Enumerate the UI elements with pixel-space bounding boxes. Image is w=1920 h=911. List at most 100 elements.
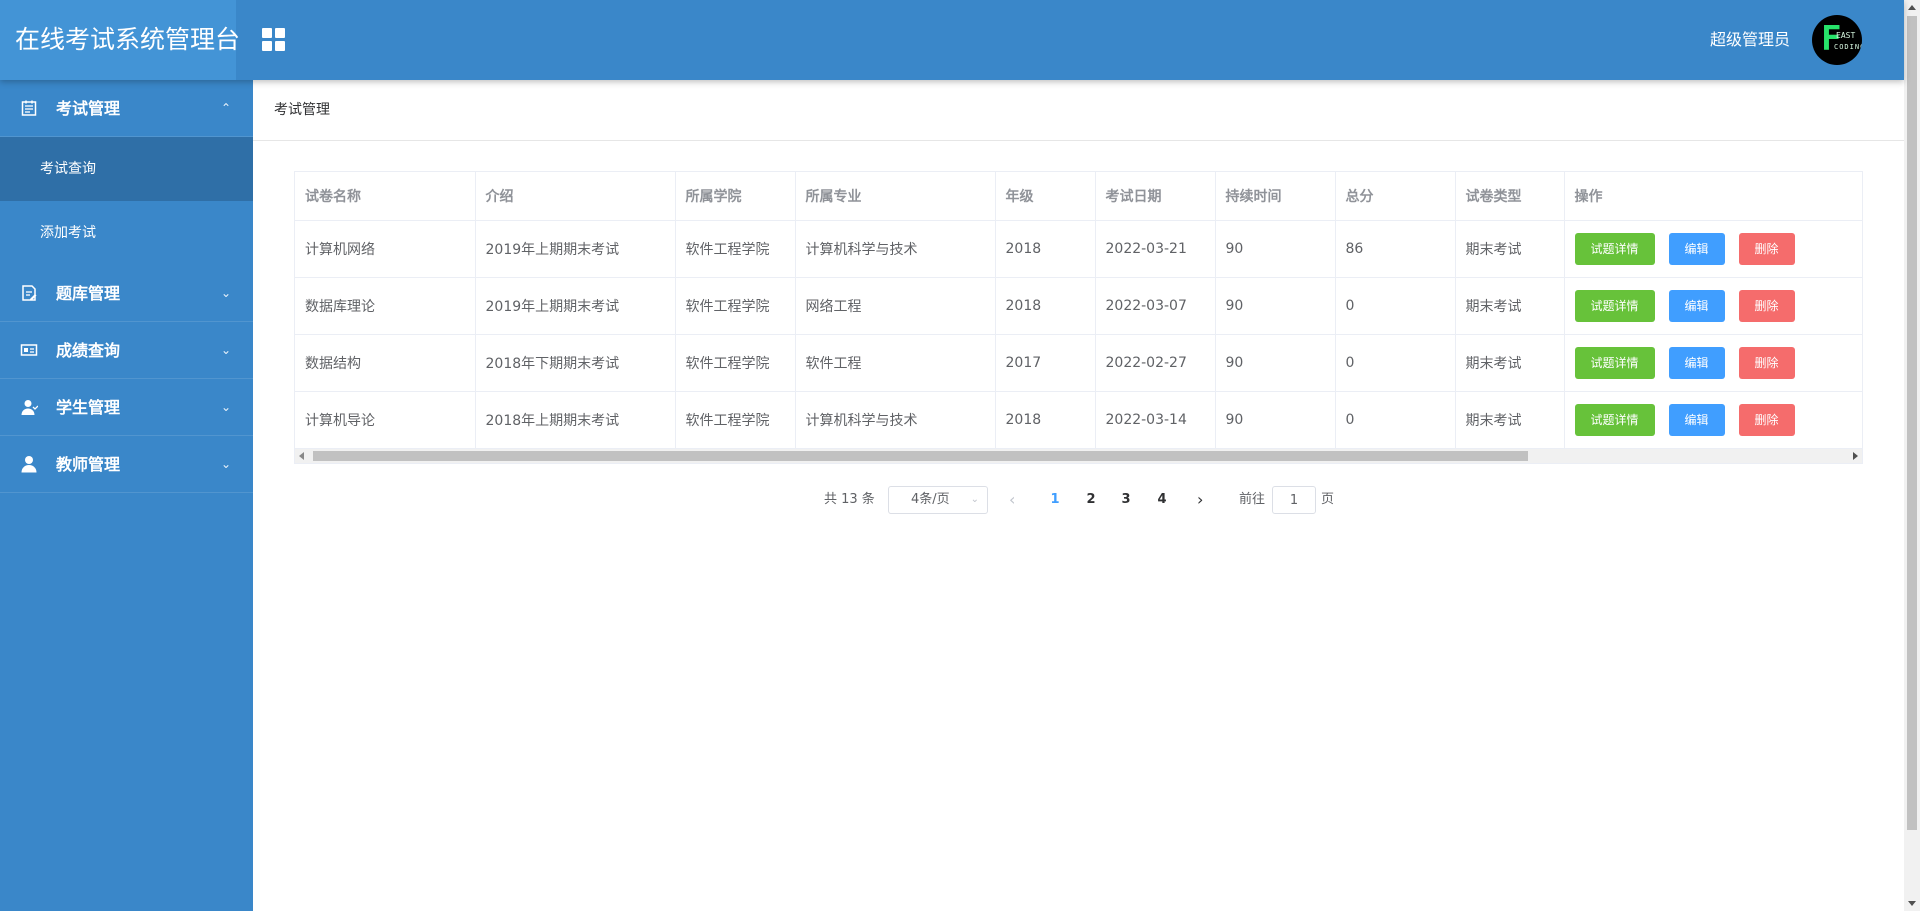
cell-name: 数据库理论 <box>295 277 476 335</box>
cell-total-score: 0 <box>1335 277 1456 335</box>
cell-total-score: 0 <box>1335 334 1456 392</box>
menu-exam-management[interactable]: 考试管理 ⌃ <box>0 80 253 137</box>
cell-name: 数据结构 <box>295 334 476 392</box>
edit-button[interactable]: 编辑 <box>1668 346 1725 379</box>
page-size-select[interactable]: 4条/页 ⌄ <box>888 486 988 514</box>
cell-major: 计算机科学与技术 <box>795 220 996 278</box>
chevron-down-icon: ⌄ <box>220 400 231 414</box>
goto-page-input[interactable] <box>1272 486 1316 514</box>
avatar-text-east: EAST <box>1836 31 1856 40</box>
cell-major: 计算机科学与技术 <box>795 391 996 449</box>
edit-doc-icon <box>22 285 37 301</box>
edit-button[interactable]: 编辑 <box>1668 232 1725 265</box>
page-number[interactable]: 3 <box>1116 486 1136 514</box>
table-horizontal-scrollbar[interactable] <box>295 449 1862 463</box>
col-header-grade: 年级 <box>995 172 1096 221</box>
cell-grade: 2018 <box>995 220 1096 278</box>
cell-college: 软件工程学院 <box>675 277 796 335</box>
cell-actions: 试题详情 编辑 删除 <box>1564 220 1862 278</box>
cell-name: 计算机网络 <box>295 220 476 278</box>
id-card-icon <box>20 344 38 356</box>
scroll-up-icon[interactable] <box>1908 5 1916 10</box>
submenu-exam-query[interactable]: 考试查询 <box>0 137 253 201</box>
chevron-down-icon: ⌄ <box>220 343 231 357</box>
cell-duration: 90 <box>1215 391 1336 449</box>
col-header-actions: 操作 <box>1564 172 1862 221</box>
cell-grade: 2018 <box>995 391 1096 449</box>
col-header-name: 试卷名称 <box>295 172 476 221</box>
edit-button[interactable]: 编辑 <box>1668 403 1725 436</box>
edit-button[interactable]: 编辑 <box>1668 289 1725 322</box>
table-row: 计算机网络 2019年上期期末考试 软件工程学院 计算机科学与技术 2018 2… <box>295 220 1862 278</box>
cell-major: 软件工程 <box>795 334 996 392</box>
col-header-intro: 介绍 <box>475 172 676 221</box>
detail-button[interactable]: 试题详情 <box>1574 232 1655 265</box>
next-page-icon[interactable]: › <box>1197 486 1203 514</box>
menu-student-management[interactable]: 学生管理 ⌄ <box>0 379 253 436</box>
scroll-down-icon[interactable] <box>1908 901 1916 906</box>
detail-button[interactable]: 试题详情 <box>1574 289 1655 322</box>
table-row: 数据结构 2018年下期期末考试 软件工程学院 软件工程 2017 2022-0… <box>295 334 1862 392</box>
user-name[interactable]: 超级管理员 <box>1710 0 1790 80</box>
cell-duration: 90 <box>1215 334 1336 392</box>
submenu-add-exam[interactable]: 添加考试 <box>0 201 253 265</box>
cell-grade: 2018 <box>995 277 1096 335</box>
scroll-right-icon[interactable] <box>1853 452 1858 460</box>
page-vertical-scrollbar[interactable] <box>1904 0 1920 911</box>
cell-college: 软件工程学院 <box>675 220 796 278</box>
col-header-type: 试卷类型 <box>1455 172 1565 221</box>
menu-teacher-management[interactable]: 教师管理 ⌄ <box>0 436 253 493</box>
main-content: 考试管理 试卷名称 介绍 所属学院 所属专业 年级 考试日期 持续时间 总分 试… <box>253 80 1904 911</box>
page-number[interactable]: 1 <box>1045 486 1065 514</box>
chevron-up-icon: ⌃ <box>220 101 231 115</box>
detail-button[interactable]: 试题详情 <box>1574 346 1655 379</box>
cell-intro: 2018年下期期末考试 <box>475 334 676 392</box>
menu-label: 成绩查询 <box>56 341 121 360</box>
menu-label: 学生管理 <box>56 398 121 417</box>
user-icon <box>21 400 38 415</box>
col-header-date: 考试日期 <box>1095 172 1216 221</box>
prev-page-icon[interactable]: ‹ <box>1009 486 1015 514</box>
delete-button[interactable]: 删除 <box>1738 403 1795 436</box>
delete-button[interactable]: 删除 <box>1738 289 1795 322</box>
cell-major: 网络工程 <box>795 277 996 335</box>
grid-menu-icon[interactable] <box>262 28 286 52</box>
cell-intro: 2019年上期期末考试 <box>475 220 676 278</box>
cell-type: 期末考试 <box>1455 277 1565 335</box>
scrollbar-thumb[interactable] <box>1907 16 1917 830</box>
pagination: 共 13 条 4条/页 ⌄ ‹ 1 2 3 4 › 前往 页 <box>253 486 1904 514</box>
page-size-value: 4条/页 <box>911 492 950 507</box>
cell-actions: 试题详情 编辑 删除 <box>1564 334 1862 392</box>
col-header-duration: 持续时间 <box>1215 172 1336 221</box>
delete-button[interactable]: 删除 <box>1738 232 1795 265</box>
chevron-down-icon: ⌄ <box>970 494 979 505</box>
cell-type: 期末考试 <box>1455 334 1565 392</box>
scrollbar-thumb[interactable] <box>313 451 1528 461</box>
cell-date: 2022-03-21 <box>1095 220 1216 278</box>
cell-total-score: 86 <box>1335 220 1456 278</box>
cell-type: 期末考试 <box>1455 220 1565 278</box>
breadcrumb: 考试管理 <box>253 80 1904 141</box>
col-header-major: 所属专业 <box>795 172 996 221</box>
menu-label: 题库管理 <box>56 284 121 303</box>
page-number[interactable]: 4 <box>1152 486 1172 514</box>
sidebar: 考试管理 ⌃ 考试查询 添加考试 题库管理 ⌄ 成绩查询 ⌄ 学生管理 ⌄ 教师… <box>0 80 253 911</box>
chevron-down-icon: ⌄ <box>220 286 231 300</box>
detail-button[interactable]: 试题详情 <box>1574 403 1655 436</box>
calendar-icon <box>21 100 37 116</box>
menu-question-bank[interactable]: 题库管理 ⌄ <box>0 265 253 322</box>
cell-type: 期末考试 <box>1455 391 1565 449</box>
cell-total-score: 0 <box>1335 391 1456 449</box>
pagination-total: 共 13 条 <box>824 492 875 507</box>
avatar-text-coding: CODING <box>1834 43 1862 51</box>
avatar[interactable]: F EAST CODING <box>1812 15 1862 65</box>
page-number[interactable]: 2 <box>1081 486 1101 514</box>
person-icon <box>21 456 37 473</box>
scroll-left-icon[interactable] <box>299 452 304 460</box>
cell-grade: 2017 <box>995 334 1096 392</box>
menu-label: 考试管理 <box>56 99 121 118</box>
goto-suffix: 页 <box>1321 492 1335 507</box>
col-header-college: 所属学院 <box>675 172 796 221</box>
menu-score-query[interactable]: 成绩查询 ⌄ <box>0 322 253 379</box>
delete-button[interactable]: 删除 <box>1738 346 1795 379</box>
